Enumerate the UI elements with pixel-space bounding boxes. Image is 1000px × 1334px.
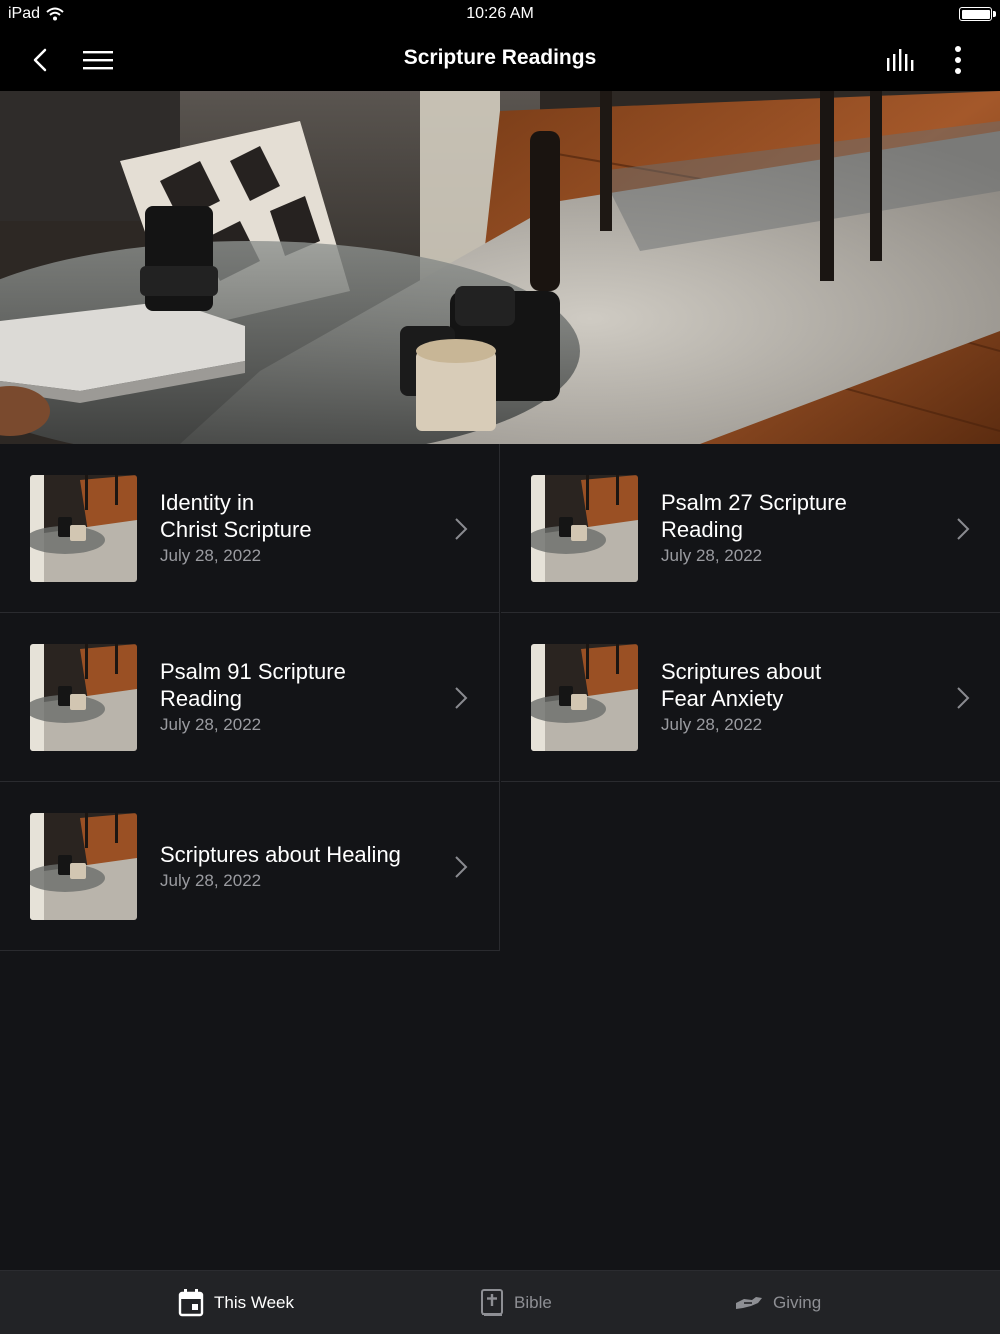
chevron-right-icon bbox=[455, 856, 468, 878]
item-text: Identity in Christ Scripture July 28, 20… bbox=[160, 444, 440, 613]
item-title: Psalm 27 Scripture Reading bbox=[661, 490, 847, 542]
item-text: Psalm 91 Scripture Reading July 28, 2022 bbox=[160, 613, 440, 782]
item-thumbnail bbox=[531, 475, 638, 582]
nav-bar: Scripture Readings bbox=[0, 28, 1000, 91]
item-text: Scriptures about Healing July 28, 2022 bbox=[160, 782, 450, 951]
giving-hand-icon bbox=[736, 1297, 762, 1309]
tab-bible[interactable]: Bible bbox=[480, 1271, 552, 1334]
item-text: Psalm 27 Scripture Reading July 28, 2022 bbox=[661, 444, 941, 613]
tab-this-week[interactable]: This Week bbox=[178, 1271, 294, 1334]
list-item[interactable]: Scriptures about Healing July 28, 2022 bbox=[0, 782, 500, 951]
list-item[interactable]: Identity in Christ Scripture July 28, 20… bbox=[0, 444, 500, 613]
calendar-icon bbox=[178, 1289, 204, 1317]
more-button[interactable] bbox=[940, 42, 976, 78]
tab-giving[interactable]: Giving bbox=[735, 1271, 821, 1334]
list-item[interactable]: Psalm 27 Scripture Reading July 28, 2022 bbox=[501, 444, 1000, 613]
list-item[interactable]: Scriptures about Fear Anxiety July 28, 2… bbox=[501, 613, 1000, 782]
tab-label: This Week bbox=[214, 1293, 294, 1312]
audio-bars-icon bbox=[887, 49, 914, 71]
tab-bar: This Week Bible Giving bbox=[0, 1270, 1000, 1334]
item-text: Scriptures about Fear Anxiety July 28, 2… bbox=[661, 613, 941, 782]
item-date: July 28, 2022 bbox=[661, 715, 763, 734]
chevron-right-icon bbox=[957, 687, 970, 709]
item-thumbnail bbox=[531, 644, 638, 751]
item-date: July 28, 2022 bbox=[160, 715, 262, 734]
item-thumbnail bbox=[30, 644, 137, 751]
audio-button[interactable] bbox=[883, 42, 919, 78]
hero-image bbox=[0, 91, 1000, 444]
chevron-right-icon bbox=[455, 687, 468, 709]
chevron-right-icon bbox=[957, 518, 970, 540]
chevron-right-icon bbox=[455, 518, 468, 540]
item-title: Identity in Christ Scripture bbox=[160, 490, 312, 542]
item-title: Psalm 91 Scripture Reading bbox=[160, 659, 346, 711]
status-bar: iPad 10:26 AM bbox=[0, 0, 1000, 28]
item-date: July 28, 2022 bbox=[661, 546, 763, 565]
item-thumbnail bbox=[30, 475, 137, 582]
item-date: July 28, 2022 bbox=[160, 546, 262, 565]
vertical-ellipsis-icon bbox=[955, 46, 961, 74]
tab-label: Giving bbox=[773, 1293, 822, 1312]
item-title: Scriptures about Fear Anxiety bbox=[661, 659, 822, 711]
page-title: Scripture Readings bbox=[403, 46, 597, 69]
status-time: 10:26 AM bbox=[466, 5, 534, 22]
battery-icon bbox=[959, 7, 996, 21]
list-item[interactable]: Psalm 91 Scripture Reading July 28, 2022 bbox=[0, 613, 500, 782]
item-date: July 28, 2022 bbox=[160, 870, 262, 890]
item-title: Scriptures about Healing bbox=[160, 841, 401, 867]
bible-icon bbox=[481, 1289, 503, 1316]
item-thumbnail bbox=[30, 813, 137, 920]
tab-label: Bible bbox=[514, 1293, 552, 1312]
